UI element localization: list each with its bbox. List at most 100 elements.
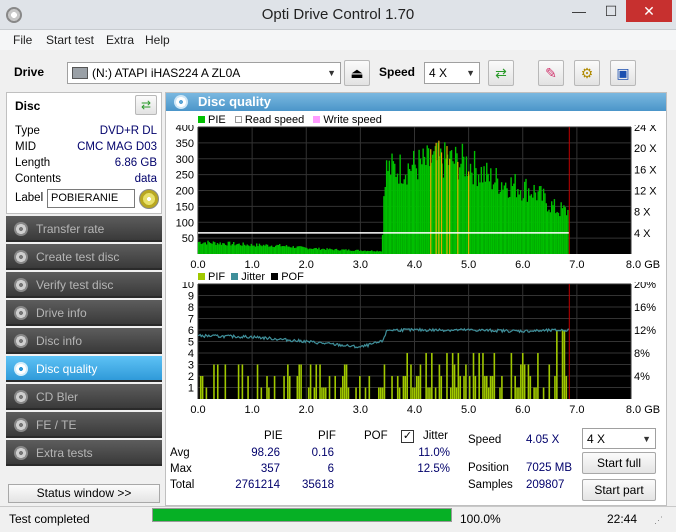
y-tick-label: 7 bbox=[188, 314, 194, 326]
pie-swatch bbox=[198, 116, 205, 123]
disc-icon bbox=[14, 362, 28, 376]
nav-item-disc-info[interactable]: Disc info bbox=[6, 328, 162, 354]
chevron-down-icon: ▼ bbox=[466, 68, 475, 78]
y-tick-label: 3 bbox=[188, 360, 194, 372]
save-button[interactable]: ▣ bbox=[610, 60, 636, 86]
stats-header-pie: PIE bbox=[264, 430, 283, 442]
test-speed-value: 4 X bbox=[587, 432, 606, 446]
nav-item-transfer-rate[interactable]: Transfer rate bbox=[6, 216, 162, 242]
nav-item-verify-test-disc[interactable]: Verify test disc bbox=[6, 272, 162, 298]
nav-item-label: Disc quality bbox=[36, 362, 98, 376]
disc-icon bbox=[14, 390, 28, 404]
drive-icon bbox=[72, 67, 88, 79]
disc-title: Disc bbox=[15, 99, 41, 113]
stats-avg-jitter: 11.0% bbox=[418, 447, 450, 459]
nav-item-disc-quality[interactable]: Disc quality bbox=[6, 356, 162, 382]
stats-max-pif: 6 bbox=[327, 463, 334, 475]
nav-item-create-test-disc[interactable]: Create test disc bbox=[6, 244, 162, 270]
menu-help[interactable]: Help bbox=[145, 33, 170, 47]
x-tick-label: 7.0 bbox=[569, 259, 584, 271]
nav-item-label: FE / TE bbox=[36, 418, 77, 432]
erase-button[interactable]: ✎ bbox=[538, 60, 564, 86]
chevron-down-icon: ▼ bbox=[642, 434, 651, 444]
menu-start-test[interactable]: Start test bbox=[46, 33, 94, 47]
y-tick-label: 5 bbox=[188, 337, 194, 349]
refresh-icon: ⇄ bbox=[140, 98, 152, 112]
eraser-icon: ✎ bbox=[545, 65, 557, 81]
settings-button[interactable]: ⚙ bbox=[574, 60, 600, 86]
save-icon: ▣ bbox=[616, 65, 630, 81]
x-tick-label: 1.0 bbox=[244, 404, 259, 416]
resize-grip-icon[interactable]: ⋰ bbox=[654, 515, 663, 526]
menu-extra[interactable]: Extra bbox=[106, 33, 134, 47]
y2-tick-label: 12 X bbox=[634, 186, 657, 198]
x-tick-label: 6.0 bbox=[515, 259, 530, 271]
y2-tick-label: 16% bbox=[634, 302, 656, 314]
stats-header-jitter: Jitter bbox=[423, 430, 448, 442]
nav-item-extra-tests[interactable]: Extra tests bbox=[6, 440, 162, 466]
disc-icon[interactable] bbox=[139, 189, 159, 209]
nav-item-label: Transfer rate bbox=[36, 222, 105, 236]
y2-tick-label: 8 X bbox=[634, 207, 651, 219]
maximize-button[interactable]: ☐ bbox=[596, 0, 626, 22]
menu-file[interactable]: File bbox=[13, 33, 32, 47]
samples-value: 209807 bbox=[526, 479, 565, 491]
x-tick-label: 8.0 GB bbox=[626, 259, 660, 271]
disc-quality-panel: Disc quality PIE Read speed Write speed … bbox=[165, 92, 667, 506]
stats-total-pie: 2761214 bbox=[235, 479, 280, 491]
pif-chart: 1098765432120%16%12%8%4%0.0 1.0 2.0 3.0 4.0 5… bbox=[182, 282, 660, 416]
disc-label-input[interactable]: POBIERANIE bbox=[47, 189, 135, 208]
refresh-speed-button[interactable]: ⇄ bbox=[488, 60, 514, 86]
x-tick-label: 2.0 bbox=[299, 259, 314, 271]
panel-title: Disc quality bbox=[198, 94, 271, 109]
y2-tick-label: 4% bbox=[634, 371, 650, 383]
nav-item-drive-info[interactable]: Drive info bbox=[6, 300, 162, 326]
disc-label-key: Label bbox=[15, 192, 44, 204]
y2-tick-label: 12% bbox=[634, 325, 656, 337]
disc-info-panel: Disc ⇄ Type DVD+R DL MID CMC MAG D03 Lengt… bbox=[6, 92, 162, 214]
test-speed-select[interactable]: 4 X ▼ bbox=[582, 428, 656, 449]
nav-item-cd-bler[interactable]: CD Bler bbox=[6, 384, 162, 410]
eject-button[interactable]: ⏏ bbox=[344, 60, 370, 86]
close-button[interactable]: ✕ bbox=[626, 0, 672, 22]
disc-icon bbox=[14, 250, 28, 264]
disc-quality-icon bbox=[174, 95, 188, 109]
stats-label-max: Max bbox=[170, 463, 192, 475]
drive-select[interactable]: (N:) ATAPI iHAS224 A ZL0A ▼ bbox=[67, 62, 341, 84]
drive-label: Drive bbox=[14, 65, 45, 79]
disc-icon bbox=[14, 334, 28, 348]
nav-item-label: Drive info bbox=[36, 306, 87, 320]
y-tick-label: 300 bbox=[176, 154, 194, 166]
speed-select[interactable]: 4 X ▼ bbox=[424, 62, 480, 84]
gears-icon: ⚙ bbox=[580, 65, 594, 81]
toolbar: Drive (N:) ATAPI iHAS224 A ZL0A ▼ ⏏ Spee… bbox=[0, 52, 676, 92]
disc-refresh-button[interactable]: ⇄ bbox=[135, 95, 157, 115]
minimize-button[interactable]: — bbox=[564, 0, 594, 22]
y-tick-label: 8 bbox=[188, 302, 194, 314]
chevron-down-icon: ▼ bbox=[327, 68, 336, 78]
status-window-button[interactable]: Status window >> bbox=[8, 484, 160, 503]
x-tick-label: 5.0 bbox=[461, 259, 476, 271]
start-part-button[interactable]: Start part bbox=[582, 479, 656, 501]
progress-label: 100.0% bbox=[460, 512, 501, 526]
position-value: 7025 MB bbox=[526, 462, 573, 474]
nav-item-label: Verify test disc bbox=[36, 278, 114, 292]
y2-tick-label: 24 X bbox=[634, 125, 657, 134]
x-tick-label: 2.0 bbox=[299, 404, 314, 416]
y2-tick-label: 20% bbox=[634, 282, 656, 291]
samples-label: Samples bbox=[468, 479, 513, 491]
y-tick-label: 2 bbox=[188, 371, 194, 383]
disc-icon bbox=[14, 222, 28, 236]
speed-select-value: 4 X bbox=[429, 66, 448, 80]
sidebar: Disc ⇄ Type DVD+R DL MID CMC MAG D03 Lengt… bbox=[6, 92, 162, 510]
start-full-button[interactable]: Start full bbox=[582, 452, 656, 474]
panel-header: Disc quality bbox=[166, 93, 666, 111]
y-tick-label: 4 bbox=[188, 348, 194, 360]
y-tick-label: 200 bbox=[176, 186, 194, 198]
stats-label-total: Total bbox=[170, 479, 195, 491]
jitter-checkbox[interactable]: ✓ bbox=[401, 430, 414, 443]
speed-label: Speed bbox=[468, 434, 502, 446]
nav-item-fe-te[interactable]: FE / TE bbox=[6, 412, 162, 438]
pif-swatch bbox=[198, 273, 205, 280]
y-tick-label: 9 bbox=[188, 291, 194, 303]
